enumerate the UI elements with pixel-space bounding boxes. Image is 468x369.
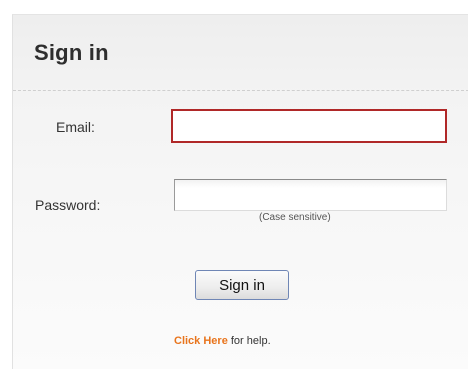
email-field[interactable] [171,109,447,143]
email-label: Email: [56,119,95,135]
sign-in-button[interactable]: Sign in [195,270,289,300]
password-field[interactable] [174,179,447,211]
help-text: Click Here for help. [174,335,271,347]
help-trailing-text: for help. [230,335,271,347]
password-label: Password: [35,197,101,213]
sign-in-panel: Sign in Email: Password: (Case sensitive… [12,14,468,369]
password-hint: (Case sensitive) [259,212,331,223]
title-divider [13,90,468,91]
page-title: Sign in [34,40,109,65]
help-link[interactable]: Click Here [174,335,228,347]
